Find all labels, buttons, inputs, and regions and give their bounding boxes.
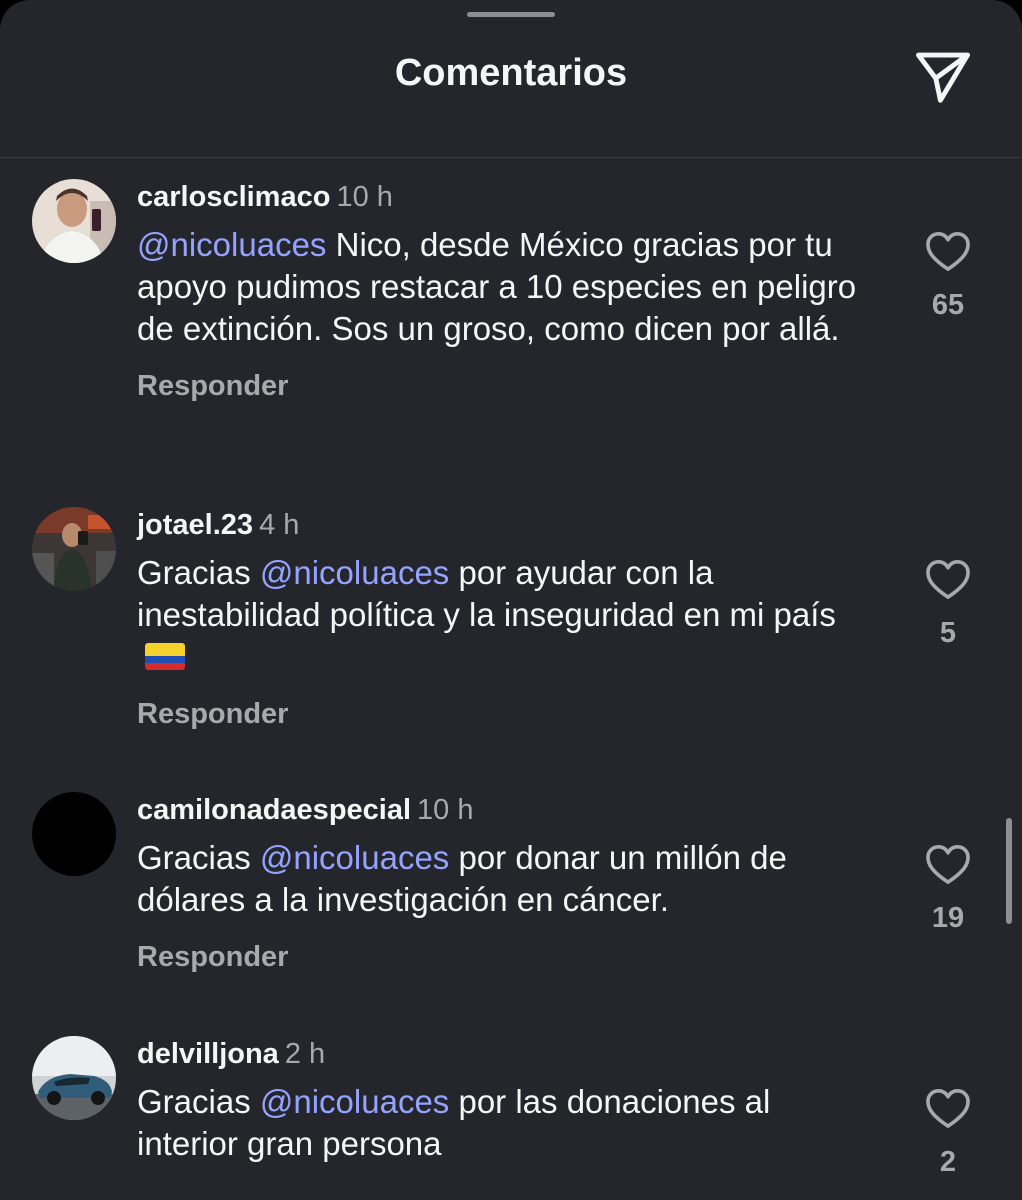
comment-text: Gracias @nicoluaces por donar un millón … (137, 839, 787, 918)
heart-icon[interactable] (925, 844, 971, 886)
mention-link[interactable]: @nicoluaces (260, 1083, 449, 1120)
paper-plane-icon (916, 52, 970, 103)
like-control: 19 (904, 844, 992, 935)
avatar[interactable] (32, 792, 116, 876)
reply-button[interactable]: Responder (137, 941, 877, 974)
scrollbar[interactable] (1006, 818, 1012, 924)
comment-time: 10 h (417, 794, 474, 826)
comments-header: Comentarios (0, 0, 1022, 158)
comment-text: @nicoluaces Nico, desde México gracias p… (137, 226, 857, 347)
avatar[interactable] (32, 507, 116, 591)
like-control: 2 (904, 1088, 992, 1179)
ecuador-flag-icon (145, 642, 185, 670)
comment-time: 2 h (284, 1038, 326, 1070)
like-count: 19 (931, 902, 965, 934)
share-button[interactable] (908, 42, 978, 112)
comment-time: 4 h (259, 509, 300, 541)
heart-icon[interactable] (925, 231, 971, 273)
comment-username[interactable]: camilonadaespecial (137, 794, 411, 826)
heart-icon[interactable] (925, 559, 971, 601)
comment-text: Gracias @nicoluaces por las donaciones a… (137, 1083, 771, 1162)
mention-link[interactable]: @nicoluaces (260, 839, 449, 876)
page-title: Comentarios (394, 52, 628, 94)
reply-button[interactable]: Responder (137, 698, 877, 731)
heart-icon[interactable] (925, 1088, 971, 1130)
comment-time: 10 h (336, 181, 393, 213)
like-count: 2 (939, 1146, 957, 1178)
comment-username[interactable]: jotael.23 (137, 509, 253, 541)
like-control: 65 (904, 231, 992, 322)
like-count: 5 (939, 617, 957, 649)
comments-sheet: Comentarios carlosclimaco 10 h @nicoluac… (0, 0, 1022, 1200)
comment-text: Gracias @nicoluaces por ayudar con la in… (137, 552, 877, 678)
comment-username[interactable]: carlosclimaco (137, 181, 330, 213)
mention-link[interactable]: @nicoluaces (260, 554, 449, 591)
avatar[interactable] (32, 179, 116, 263)
avatar[interactable] (32, 1036, 116, 1120)
comment-username[interactable]: delvilljona (137, 1038, 279, 1070)
mention-link[interactable]: @nicoluaces (137, 226, 326, 263)
reply-button[interactable]: Responder (137, 370, 877, 403)
like-count: 65 (931, 289, 965, 321)
like-control: 5 (904, 559, 992, 650)
